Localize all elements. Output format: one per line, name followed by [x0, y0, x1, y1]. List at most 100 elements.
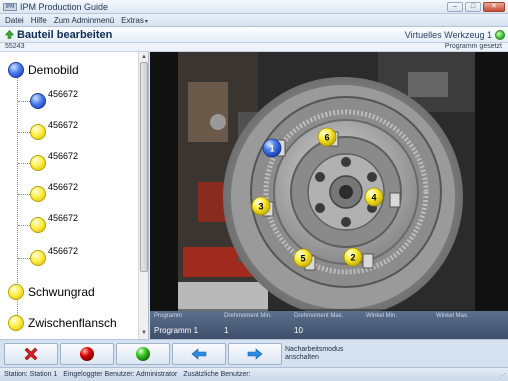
- table-row[interactable]: Programm 1 1 10: [150, 326, 508, 337]
- station-status: Station: Station 1: [4, 371, 58, 378]
- bolt-marker-3[interactable]: 3: [251, 196, 271, 216]
- bolt-marker-1[interactable]: 1: [262, 138, 282, 158]
- bolt-marker-5[interactable]: 5: [293, 248, 313, 268]
- arrow-right-icon: [247, 348, 263, 360]
- column-header: Winkel Max.: [436, 313, 469, 319]
- minimize-button[interactable]: –: [447, 2, 463, 12]
- maximize-button[interactable]: □: [465, 2, 481, 12]
- tree-connector: [18, 194, 30, 195]
- menu-hilfe[interactable]: Hilfe: [31, 16, 47, 25]
- tree-connector: [17, 71, 18, 315]
- menu-datei[interactable]: Datei: [5, 16, 24, 25]
- blue-circle-icon: [30, 93, 46, 109]
- yellow-circle-icon: [30, 250, 46, 266]
- tree-node-schwungrad[interactable]: Schwungrad: [8, 284, 95, 300]
- menu-bar: Datei Hilfe Zum Adminmenü Extras▾: [0, 14, 508, 27]
- tree-node-child-5[interactable]: 456672: [30, 213, 78, 233]
- menu-adminmenu[interactable]: Zum Adminmenü: [54, 16, 114, 25]
- marker-label: 4: [371, 193, 376, 203]
- tree-scrollbar[interactable]: ▲ ▼: [138, 52, 148, 339]
- tree-node-label: Zwischenflansch: [28, 316, 117, 330]
- column-header: Drehmoment Min.: [224, 313, 272, 319]
- tool-name: Virtuelles Werkzeug 1: [404, 30, 492, 40]
- arrow-left-icon: [191, 348, 207, 360]
- column-header: Drehmoment Max.: [294, 313, 344, 319]
- tree-connector: [18, 132, 30, 133]
- yellow-circle-icon: [30, 124, 46, 140]
- window-controls: – □ ✕: [445, 2, 505, 12]
- menu-extras-label: Extras: [121, 15, 144, 25]
- tree-node-zwischenflansch[interactable]: Zwischenflansch: [8, 315, 117, 331]
- bolt-marker-2[interactable]: 2: [343, 247, 363, 267]
- tree-connector: [18, 225, 30, 226]
- tool-status-indicator: [495, 30, 505, 40]
- part-id: 55243: [5, 43, 25, 50]
- part-tree: Demobild 456672 456672 456672 456672 456…: [0, 52, 149, 339]
- tree-node-label: 456672: [48, 151, 79, 161]
- tree-node-child-2[interactable]: 456672: [30, 120, 78, 140]
- blue-circle-icon: [8, 62, 24, 78]
- previous-button[interactable]: [172, 343, 226, 365]
- marker-label: 6: [324, 133, 329, 143]
- marker-label: 1: [269, 144, 274, 154]
- tree-node-label: 456672: [48, 182, 79, 192]
- yellow-circle-icon: [8, 284, 24, 300]
- red-light-icon: [80, 347, 94, 361]
- green-light-icon: [136, 347, 150, 361]
- tree-node-child-4[interactable]: 456672: [30, 182, 78, 202]
- tree-node-child-6[interactable]: 456672: [30, 246, 78, 266]
- scroll-down-icon[interactable]: ▼: [140, 329, 148, 337]
- scroll-up-icon[interactable]: ▲: [140, 53, 148, 61]
- yellow-circle-icon: [8, 315, 24, 331]
- page-title: Bauteil bearbeiten: [17, 29, 113, 41]
- red-status-button[interactable]: [60, 343, 114, 365]
- program-table-header: Programm Drehmoment Min. Drehmoment Max.…: [150, 313, 508, 322]
- cancel-x-icon: [24, 347, 38, 361]
- tree-node-label: Demobild: [28, 63, 79, 77]
- additional-users: Zusätzliche Benutzer:: [183, 371, 251, 378]
- bolt-marker-6[interactable]: 6: [317, 127, 337, 147]
- green-status-button[interactable]: [116, 343, 170, 365]
- column-header: Programm: [154, 313, 183, 319]
- status-text: Station: Station 1 Eingeloggter Benutzer…: [4, 371, 251, 378]
- window-title: IPM Production Guide: [20, 2, 109, 12]
- title-bar: IPM IPM Production Guide – □ ✕: [0, 0, 508, 14]
- app-logo: IPM: [3, 3, 17, 11]
- program-table: Programm Drehmoment Min. Drehmoment Max.…: [150, 311, 508, 339]
- yellow-circle-icon: [30, 186, 46, 202]
- bottom-toolbar: Nacharbeitsmodus anschalten: [0, 339, 508, 367]
- tree-node-demobild[interactable]: Demobild: [8, 62, 79, 78]
- table-cell: 10: [294, 326, 303, 335]
- tree-node-label: 456672: [48, 213, 79, 223]
- tree-connector: [18, 163, 30, 164]
- up-arrow-icon[interactable]: [4, 30, 15, 39]
- tree-connector: [18, 258, 30, 259]
- table-cell: Programm 1: [154, 326, 199, 335]
- status-bar: Station: Station 1 Eingeloggter Benutzer…: [0, 367, 508, 381]
- next-button[interactable]: [228, 343, 282, 365]
- menu-extras[interactable]: Extras▾: [121, 16, 148, 25]
- tree-node-child-3[interactable]: 456672: [30, 151, 78, 171]
- program-status: Programm gesetzt: [444, 43, 502, 50]
- tree-node-child-1[interactable]: 456672: [30, 89, 78, 109]
- tree-node-label: 456672: [48, 246, 79, 256]
- marker-label: 3: [258, 202, 263, 212]
- yellow-circle-icon: [30, 217, 46, 233]
- table-cell: 1: [224, 326, 229, 335]
- column-header: Winkel Min.: [366, 313, 398, 319]
- tree-connector: [18, 101, 30, 102]
- resize-grip-icon[interactable]: ⋰: [499, 372, 506, 380]
- cancel-button[interactable]: [4, 343, 58, 365]
- marker-label: 2: [350, 253, 355, 263]
- bolt-marker-4[interactable]: 4: [364, 187, 384, 207]
- chevron-down-icon: ▾: [144, 18, 148, 25]
- close-window-button[interactable]: ✕: [483, 2, 505, 12]
- scroll-thumb[interactable]: [140, 62, 148, 272]
- info-bar: 55243 Programm gesetzt: [0, 43, 508, 52]
- tree-node-label: Schwungrad: [28, 285, 95, 299]
- rework-mode-button[interactable]: Nacharbeitsmodus anschalten: [283, 343, 343, 365]
- bolt-markers: 1 6 4 3 5 2: [251, 127, 384, 268]
- yellow-circle-icon: [30, 155, 46, 171]
- part-image-view: 1 6 4 3 5 2: [150, 52, 508, 311]
- tree-node-label: 456672: [48, 89, 79, 99]
